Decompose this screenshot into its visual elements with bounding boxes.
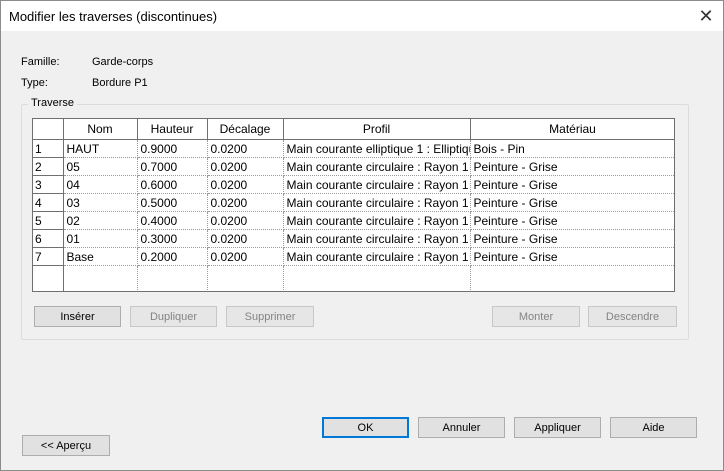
cell-decalage[interactable]: 0.0200 bbox=[207, 211, 284, 230]
table-row[interactable]: 1 HAUT 0.9000 0.0200 Main courante ellip… bbox=[33, 139, 674, 158]
column-header-materiau[interactable]: Matériau bbox=[470, 119, 674, 140]
cell-hauteur[interactable]: 0.5000 bbox=[137, 193, 208, 212]
type-value: Bordure P1 bbox=[92, 77, 148, 89]
cell-decalage[interactable] bbox=[207, 265, 284, 291]
delete-button[interactable]: Supprimer bbox=[226, 306, 314, 327]
cell-profil[interactable] bbox=[283, 265, 471, 291]
cell-nom[interactable]: 02 bbox=[63, 211, 138, 230]
table-row-empty[interactable] bbox=[33, 265, 674, 291]
cell-nom[interactable]: 05 bbox=[63, 157, 138, 176]
cell-materiau[interactable]: Peinture - Grise bbox=[470, 211, 674, 230]
help-button[interactable]: Aide bbox=[610, 417, 697, 438]
column-header-nom[interactable]: Nom bbox=[63, 119, 138, 140]
type-label: Type: bbox=[21, 77, 48, 89]
cell-materiau[interactable]: Peinture - Grise bbox=[470, 247, 674, 266]
cell-nom[interactable]: 04 bbox=[63, 175, 138, 194]
cell-decalage[interactable]: 0.0200 bbox=[207, 247, 284, 266]
cell-hauteur[interactable]: 0.2000 bbox=[137, 247, 208, 266]
traverse-table[interactable]: Nom Hauteur Décalage Profil Matériau 1 H… bbox=[32, 118, 675, 292]
move-down-button[interactable]: Descendre bbox=[588, 306, 677, 327]
cell-hauteur[interactable]: 0.3000 bbox=[137, 229, 208, 248]
row-index[interactable]: 2 bbox=[33, 157, 64, 176]
column-header-hauteur[interactable]: Hauteur bbox=[137, 119, 208, 140]
column-header-decalage[interactable]: Décalage bbox=[207, 119, 284, 140]
table-row[interactable]: 7 Base 0.2000 0.0200 Main courante circu… bbox=[33, 247, 674, 266]
table-row[interactable]: 5 02 0.4000 0.0200 Main courante circula… bbox=[33, 211, 674, 230]
traverse-group-title: Traverse bbox=[28, 97, 77, 109]
cell-nom[interactable] bbox=[63, 265, 138, 291]
cell-decalage[interactable]: 0.0200 bbox=[207, 193, 284, 212]
cell-hauteur[interactable]: 0.7000 bbox=[137, 157, 208, 176]
cell-decalage[interactable]: 0.0200 bbox=[207, 175, 284, 194]
window-title: Modifier les traverses (discontinues) bbox=[9, 9, 218, 24]
cell-materiau[interactable]: Peinture - Grise bbox=[470, 193, 674, 212]
row-index[interactable] bbox=[33, 265, 64, 291]
cell-materiau[interactable]: Peinture - Grise bbox=[470, 175, 674, 194]
cell-profil[interactable]: Main courante circulaire : Rayon 1 bbox=[283, 157, 471, 176]
cell-materiau[interactable]: Peinture - Grise bbox=[470, 157, 674, 176]
table-row[interactable]: 4 03 0.5000 0.0200 Main courante circula… bbox=[33, 193, 674, 212]
row-index[interactable]: 7 bbox=[33, 247, 64, 266]
apply-button[interactable]: Appliquer bbox=[514, 417, 601, 438]
table-row[interactable]: 3 04 0.6000 0.0200 Main courante circula… bbox=[33, 175, 674, 194]
cancel-button[interactable]: Annuler bbox=[418, 417, 505, 438]
row-index[interactable]: 5 bbox=[33, 211, 64, 230]
row-index[interactable]: 3 bbox=[33, 175, 64, 194]
cell-hauteur[interactable]: 0.4000 bbox=[137, 211, 208, 230]
cell-profil[interactable]: Main courante circulaire : Rayon 1 bbox=[283, 229, 471, 248]
table-header: Nom Hauteur Décalage Profil Matériau bbox=[33, 119, 674, 140]
cell-materiau[interactable]: Peinture - Grise bbox=[470, 229, 674, 248]
table-row[interactable]: 6 01 0.3000 0.0200 Main courante circula… bbox=[33, 229, 674, 248]
cell-materiau[interactable] bbox=[470, 265, 674, 291]
cell-profil[interactable]: Main courante elliptique 1 : Elliptique bbox=[283, 139, 471, 158]
family-label: Famille: bbox=[21, 56, 60, 68]
row-index[interactable]: 6 bbox=[33, 229, 64, 248]
cell-nom[interactable]: HAUT bbox=[63, 139, 138, 158]
cell-materiau[interactable]: Bois - Pin bbox=[470, 139, 674, 158]
row-index[interactable]: 4 bbox=[33, 193, 64, 212]
cell-nom[interactable]: Base bbox=[63, 247, 138, 266]
column-header-profil[interactable]: Profil bbox=[283, 119, 471, 140]
header-corner bbox=[33, 119, 64, 140]
cell-nom[interactable]: 01 bbox=[63, 229, 138, 248]
title-bar: Modifier les traverses (discontinues) ✕ bbox=[1, 1, 723, 31]
cell-hauteur[interactable]: 0.6000 bbox=[137, 175, 208, 194]
duplicate-button[interactable]: Dupliquer bbox=[130, 306, 217, 327]
cell-decalage[interactable]: 0.0200 bbox=[207, 157, 284, 176]
cell-profil[interactable]: Main courante circulaire : Rayon 1 bbox=[283, 175, 471, 194]
cell-nom[interactable]: 03 bbox=[63, 193, 138, 212]
family-value: Garde-corps bbox=[92, 56, 154, 68]
table-row[interactable]: 2 05 0.7000 0.0200 Main courante circula… bbox=[33, 157, 674, 176]
cell-hauteur[interactable]: 0.9000 bbox=[137, 139, 208, 158]
ok-button[interactable]: OK bbox=[322, 417, 409, 438]
cell-profil[interactable]: Main courante circulaire : Rayon 1 bbox=[283, 193, 471, 212]
preview-button[interactable]: << Aperçu bbox=[22, 435, 110, 456]
cell-profil[interactable]: Main courante circulaire : Rayon 1 bbox=[283, 211, 471, 230]
row-index[interactable]: 1 bbox=[33, 139, 64, 158]
move-up-button[interactable]: Monter bbox=[492, 306, 580, 327]
close-icon[interactable]: ✕ bbox=[689, 1, 723, 31]
cell-decalage[interactable]: 0.0200 bbox=[207, 139, 284, 158]
cell-hauteur[interactable] bbox=[137, 265, 208, 291]
cell-decalage[interactable]: 0.0200 bbox=[207, 229, 284, 248]
insert-button[interactable]: Insérer bbox=[34, 306, 121, 327]
cell-profil[interactable]: Main courante circulaire : Rayon 1 bbox=[283, 247, 471, 266]
